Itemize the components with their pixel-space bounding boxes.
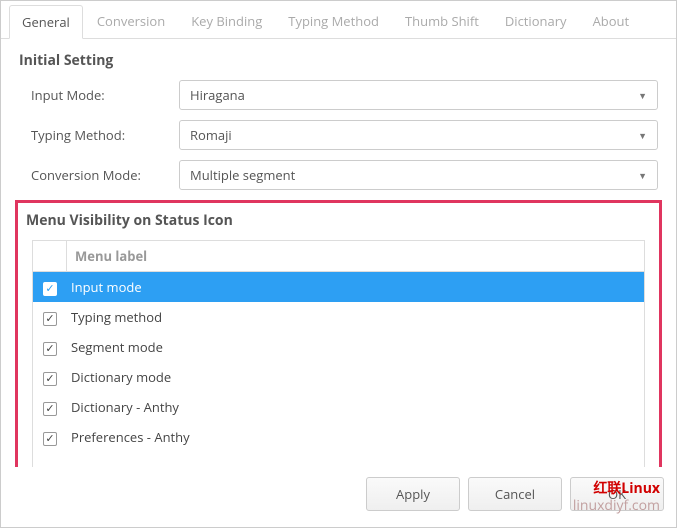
table-spacer xyxy=(33,452,644,467)
highlight-annotation: Menu Visibility on Status Icon Menu labe… xyxy=(15,200,662,467)
table-row[interactable]: ✓ Segment mode xyxy=(33,332,644,362)
check-icon: ✓ xyxy=(45,403,54,414)
conversion-mode-row: Conversion Mode: Multiple segment ▼ xyxy=(19,160,658,190)
initial-setting-title: Initial Setting xyxy=(19,51,658,70)
apply-button[interactable]: Apply xyxy=(366,477,460,511)
typing-method-select[interactable]: Romaji ▼ xyxy=(179,120,658,150)
menu-visibility-title: Menu Visibility on Status Icon xyxy=(22,211,655,230)
input-mode-row: Input Mode: Hiragana ▼ xyxy=(19,80,658,110)
row-label: Input mode xyxy=(67,276,146,298)
typing-method-value: Romaji xyxy=(190,126,232,144)
chevron-down-icon: ▼ xyxy=(638,129,647,142)
checkbox-dictionary-mode[interactable]: ✓ xyxy=(43,372,57,386)
tab-key-binding[interactable]: Key Binding xyxy=(179,5,274,38)
input-mode-label: Input Mode: xyxy=(31,86,179,104)
input-mode-select[interactable]: Hiragana ▼ xyxy=(179,80,658,110)
row-label: Preferences - Anthy xyxy=(67,426,194,448)
row-label: Typing method xyxy=(67,306,166,328)
conversion-mode-value: Multiple segment xyxy=(190,166,295,184)
table-header: Menu label xyxy=(33,241,644,272)
cancel-button[interactable]: Cancel xyxy=(468,477,562,511)
conversion-mode-label: Conversion Mode: xyxy=(31,166,179,184)
table-row[interactable]: ✓ Typing method xyxy=(33,302,644,332)
tab-conversion[interactable]: Conversion xyxy=(85,5,177,38)
row-label: Segment mode xyxy=(67,336,167,358)
tab-typing-method[interactable]: Typing Method xyxy=(276,5,391,38)
checkbox-segment-mode[interactable]: ✓ xyxy=(43,342,57,356)
check-icon: ✓ xyxy=(45,313,54,324)
menu-label-column-header: Menu label xyxy=(67,241,155,271)
typing-method-row: Typing Method: Romaji ▼ xyxy=(19,120,658,150)
dialog-footer: Apply Cancel OK 红联Linux linuxdiyf.com xyxy=(1,467,676,527)
check-icon: ✓ xyxy=(45,433,54,444)
row-label: Dictionary mode xyxy=(67,366,175,388)
row-label: Dictionary - Anthy xyxy=(67,396,183,418)
checkbox-input-mode[interactable]: ✓ xyxy=(43,282,57,296)
conversion-mode-select[interactable]: Multiple segment ▼ xyxy=(179,160,658,190)
typing-method-label: Typing Method: xyxy=(31,126,179,144)
checkbox-preferences-anthy[interactable]: ✓ xyxy=(43,432,57,446)
tab-dictionary[interactable]: Dictionary xyxy=(493,5,579,38)
check-icon: ✓ xyxy=(45,283,54,294)
tab-about[interactable]: About xyxy=(581,5,642,38)
ok-button[interactable]: OK xyxy=(570,477,664,511)
chevron-down-icon: ▼ xyxy=(638,169,647,182)
table-row[interactable]: ✓ Dictionary mode xyxy=(33,362,644,392)
checkbox-column-header xyxy=(33,241,67,271)
checkbox-dictionary-anthy[interactable]: ✓ xyxy=(43,402,57,416)
checkbox-typing-method[interactable]: ✓ xyxy=(43,312,57,326)
tabbar: General Conversion Key Binding Typing Me… xyxy=(1,1,676,39)
chevron-down-icon: ▼ xyxy=(638,89,647,102)
table-row[interactable]: ✓ Input mode xyxy=(33,272,644,302)
menu-visibility-table: Menu label ✓ Input mode ✓ Typing method … xyxy=(32,240,645,467)
table-row[interactable]: ✓ Dictionary - Anthy xyxy=(33,392,644,422)
check-icon: ✓ xyxy=(45,343,54,354)
tab-thumb-shift[interactable]: Thumb Shift xyxy=(393,5,491,38)
check-icon: ✓ xyxy=(45,373,54,384)
table-row[interactable]: ✓ Preferences - Anthy xyxy=(33,422,644,452)
input-mode-value: Hiragana xyxy=(190,86,245,104)
settings-window: General Conversion Key Binding Typing Me… xyxy=(0,0,677,528)
tab-general[interactable]: General xyxy=(9,5,83,39)
general-panel: Initial Setting Input Mode: Hiragana ▼ T… xyxy=(1,39,676,467)
